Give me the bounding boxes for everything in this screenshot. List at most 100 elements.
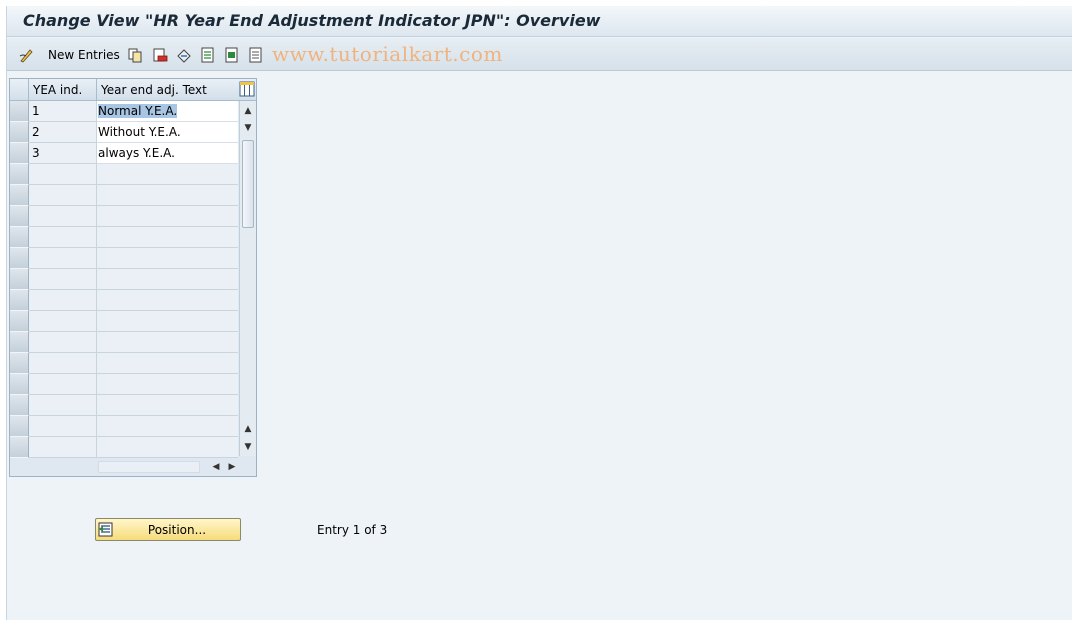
empty-cell [97, 353, 238, 374]
table-row[interactable]: 1 Normal Y.E.A. [10, 101, 238, 122]
scroll-right-icon[interactable]: ▶ [226, 461, 238, 473]
table-control: YEA ind. Year end adj. Text 1 Normal Y.E… [9, 78, 257, 477]
empty-cell [97, 290, 238, 311]
empty-cell [29, 248, 97, 269]
empty-cell [97, 185, 238, 206]
page-up-icon[interactable]: ▼ [242, 122, 254, 134]
empty-cell [29, 332, 97, 353]
empty-cell [97, 206, 238, 227]
row-selector[interactable] [10, 185, 29, 206]
empty-row [10, 290, 238, 311]
undo-icon[interactable] [176, 47, 192, 63]
scroll-thumb[interactable] [242, 140, 254, 228]
text-cell-value[interactable]: Normal Y.E.A. [98, 104, 178, 118]
table-row[interactable]: 2 Without Y.E.A. [10, 122, 238, 143]
empty-cell [97, 164, 238, 185]
row-selector[interactable] [10, 164, 29, 185]
row-selector[interactable] [10, 332, 29, 353]
select-block-icon[interactable] [224, 47, 240, 63]
horizontal-scroll-track[interactable] [98, 461, 200, 473]
empty-cell [97, 227, 238, 248]
new-entries-button[interactable]: New Entries [48, 48, 120, 62]
empty-cell [29, 227, 97, 248]
empty-cell [97, 395, 238, 416]
table-settings-icon[interactable] [239, 81, 255, 97]
empty-cell [97, 416, 238, 437]
text-cell[interactable]: Normal Y.E.A. [97, 101, 238, 122]
empty-cell [29, 206, 97, 227]
empty-row [10, 164, 238, 185]
application-toolbar: New Entries www.tutorialkart.com [7, 38, 1072, 71]
empty-cell [29, 269, 97, 290]
sap-window: Change View "HR Year End Adjustment Indi… [6, 6, 1072, 620]
text-cell[interactable]: always Y.E.A. [97, 143, 238, 164]
horizontal-scrollbar[interactable]: ◀ ▶ [97, 458, 238, 476]
empty-row [10, 437, 238, 458]
empty-cell [97, 437, 238, 458]
empty-row [10, 332, 238, 353]
empty-cell [29, 353, 97, 374]
empty-cell [97, 311, 238, 332]
empty-row [10, 185, 238, 206]
empty-row [10, 227, 238, 248]
empty-cell [97, 374, 238, 395]
page-title: Change View "HR Year End Adjustment Indi… [23, 11, 601, 30]
scroll-down-icon[interactable]: ▼ [242, 441, 254, 453]
row-selector[interactable] [10, 248, 29, 269]
row-selector[interactable] [10, 374, 29, 395]
empty-cell [29, 437, 97, 458]
empty-cell [29, 416, 97, 437]
scroll-left-icon[interactable]: ◀ [210, 461, 222, 473]
empty-row [10, 311, 238, 332]
table-header: YEA ind. Year end adj. Text [10, 79, 256, 101]
empty-row [10, 353, 238, 374]
column-header-yea-ind[interactable]: YEA ind. [29, 79, 97, 101]
watermark-text: www.tutorialkart.com [272, 42, 503, 66]
empty-cell [97, 332, 238, 353]
empty-row [10, 395, 238, 416]
position-button[interactable]: Position... [95, 518, 241, 541]
text-cell[interactable]: Without Y.E.A. [97, 122, 238, 143]
empty-cell [29, 164, 97, 185]
empty-cell [29, 374, 97, 395]
row-selector[interactable] [10, 311, 29, 332]
empty-cell [97, 269, 238, 290]
empty-cell [29, 185, 97, 206]
page-down-icon[interactable]: ▲ [242, 423, 254, 435]
select-all-icon[interactable] [200, 47, 216, 63]
row-selector[interactable] [10, 122, 29, 143]
position-button-label: Position... [147, 523, 207, 537]
entry-counter: Entry 1 of 3 [317, 523, 388, 537]
empty-row [10, 416, 238, 437]
title-bar: Change View "HR Year End Adjustment Indi… [7, 6, 1072, 37]
deselect-all-icon[interactable] [248, 47, 264, 63]
empty-cell [97, 248, 238, 269]
row-selector[interactable] [10, 437, 29, 458]
yea-ind-cell: 2 [29, 122, 97, 143]
pencil-glasses-icon[interactable] [19, 47, 35, 63]
row-selector[interactable] [10, 395, 29, 416]
column-header-year-end-text[interactable]: Year end adj. Text [97, 79, 237, 101]
row-selector[interactable] [10, 416, 29, 437]
empty-row [10, 269, 238, 290]
scroll-up-icon[interactable]: ▲ [242, 105, 254, 117]
vertical-scrollbar[interactable]: ▲ ▼ ▲ ▼ [239, 101, 256, 456]
empty-cell [29, 311, 97, 332]
empty-row [10, 206, 238, 227]
delete-icon[interactable] [152, 47, 168, 63]
table-row[interactable]: 3 always Y.E.A. [10, 143, 238, 164]
row-selector[interactable] [10, 269, 29, 290]
row-selector[interactable] [10, 227, 29, 248]
empty-cell [29, 395, 97, 416]
row-selector[interactable] [10, 101, 29, 122]
yea-ind-cell: 1 [29, 101, 97, 122]
yea-ind-cell: 3 [29, 143, 97, 164]
row-selector[interactable] [10, 290, 29, 311]
empty-row [10, 374, 238, 395]
copy-icon[interactable] [127, 47, 143, 63]
row-selector[interactable] [10, 206, 29, 227]
row-selector[interactable] [10, 353, 29, 374]
row-selector[interactable] [10, 143, 29, 164]
empty-row [10, 248, 238, 269]
select-all-rows-button[interactable] [10, 79, 29, 101]
